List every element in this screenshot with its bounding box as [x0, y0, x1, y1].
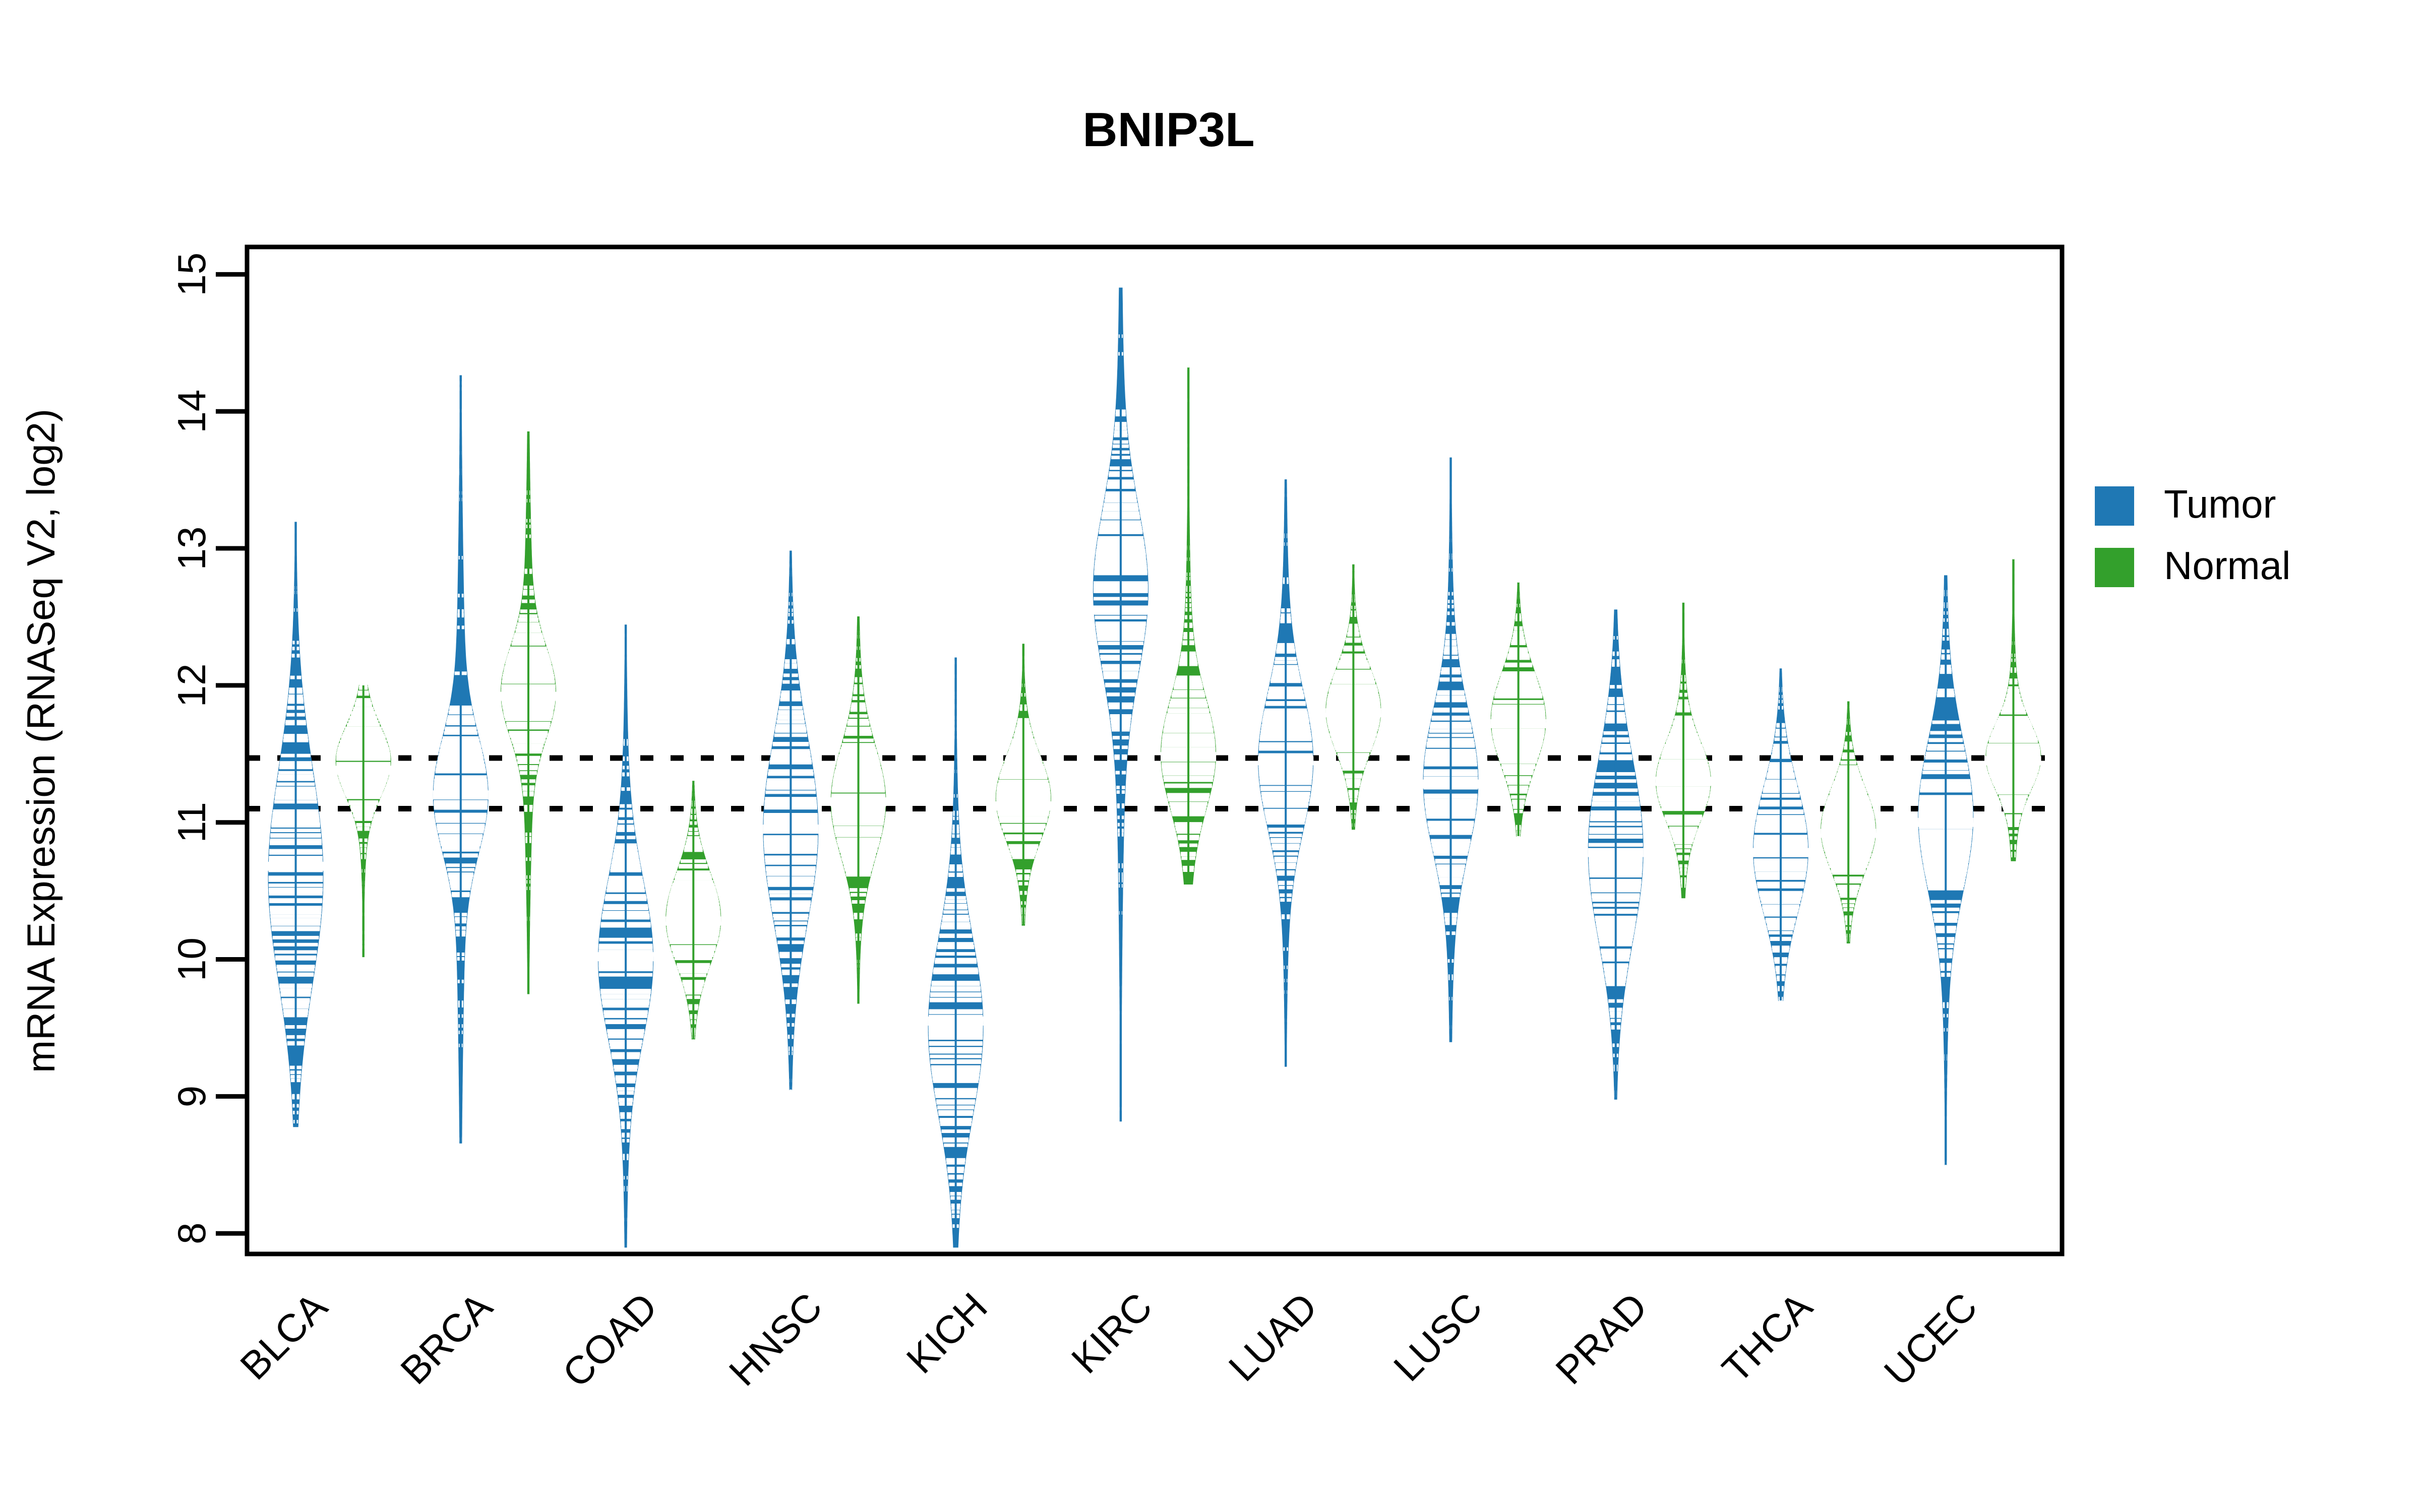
legend-label: Tumor	[2164, 482, 2276, 526]
legend-label: Normal	[2164, 543, 2290, 588]
chart-root: BNIP3L mRNA Expression (RNASeq V2, log2)…	[0, 0, 2420, 1512]
svg-text:mRNA Expression (RNASeq V2, lo: mRNA Expression (RNASeq V2, log2)	[19, 409, 63, 1073]
y-tick-label: 14	[169, 390, 214, 433]
y-axis-title: mRNA Expression (RNASeq V2, log2)	[19, 409, 63, 1073]
y-tick-label: 15	[169, 253, 214, 296]
legend-swatch	[2095, 548, 2134, 587]
y-tick-label: 8	[169, 1223, 214, 1244]
legend-swatch	[2095, 486, 2134, 526]
y-tick-label: 9	[169, 1086, 214, 1107]
page-title: BNIP3L	[1082, 103, 1254, 157]
y-tick-label: 11	[169, 802, 214, 843]
beanplot-figure: BNIP3L mRNA Expression (RNASeq V2, log2)…	[0, 0, 2420, 1512]
y-tick-label: 12	[169, 663, 214, 707]
y-tick-label: 10	[169, 937, 214, 981]
y-tick-label: 13	[169, 527, 214, 571]
